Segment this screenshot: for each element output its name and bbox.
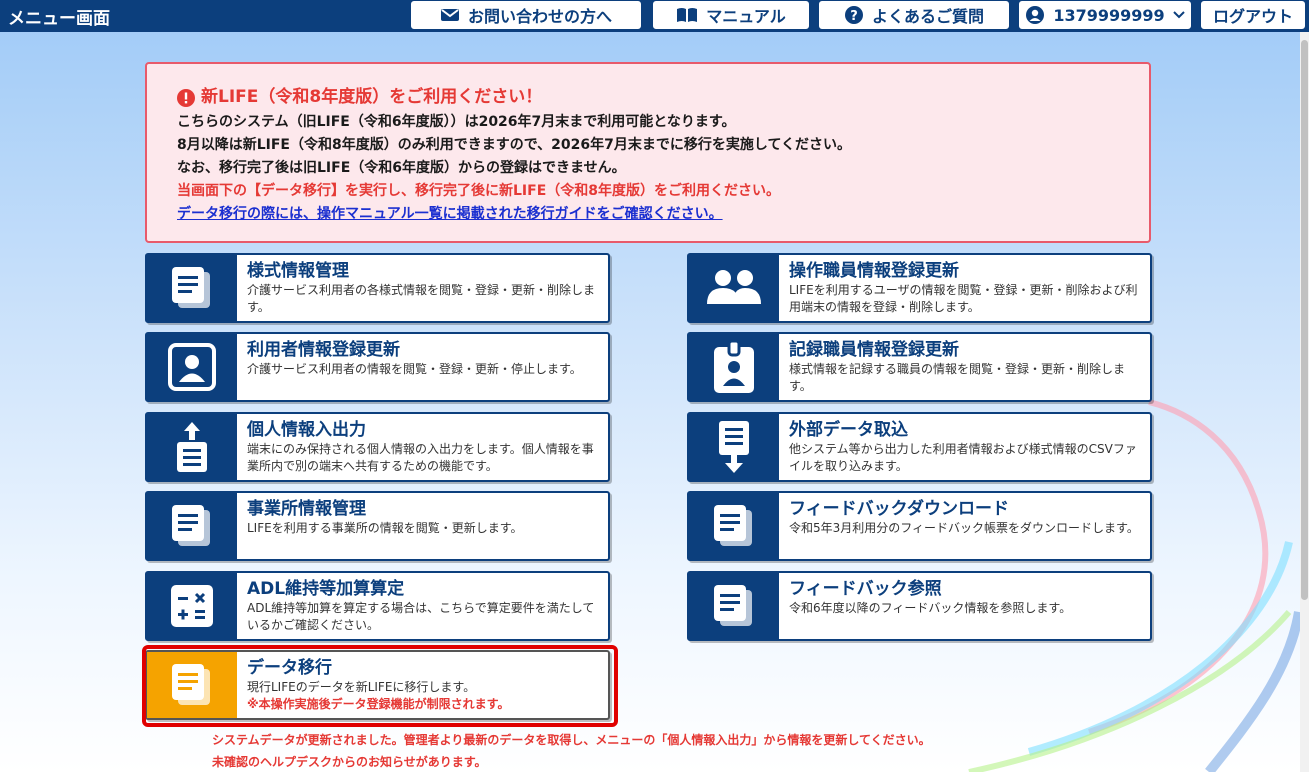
form-info-desc: 介護サービス利用者の各様式情報を閲覧・登録・更新・削除します。 <box>247 283 596 314</box>
data-migration-desc: 現行LIFEのデータを新LIFEに移行します。 <box>247 680 476 694</box>
document-icon <box>147 652 237 718</box>
svg-text:?: ? <box>850 9 858 24</box>
notice-line-4: 当画面下の【データ移行】を実行し、移行完了後に新LIFE（令和8年度版）をご利用… <box>177 183 780 199</box>
external-import-card[interactable]: 外部データ取込 他システム等から出力した利用者情報および様式情報のCSVファイル… <box>687 412 1152 482</box>
document-icon <box>689 493 779 559</box>
external-import-title: 外部データ取込 <box>789 420 908 440</box>
manual-label: マニュアル <box>706 7 786 26</box>
feedback-download-desc: 令和5年3月利用分のフィードバック帳票をダウンロードします。 <box>789 521 1139 535</box>
helpdesk-message: 未確認のヘルプデスクからのお知らせがあります。 <box>212 755 487 769</box>
external-import-desc: 他システム等から出力した利用者情報および様式情報のCSVファイルを取り込みます。 <box>789 442 1137 473</box>
user-info-desc: 介護サービス利用者の情報を閲覧・登録・更新・停止します。 <box>247 362 582 376</box>
user-circle-icon <box>1026 6 1045 24</box>
data-migration-title: データ移行 <box>247 658 332 678</box>
user-id-label: 1379999999 <box>1053 5 1165 25</box>
personal-io-card[interactable]: 個人情報入出力 端末にのみ保持される個人情報の入出力をします。個人情報を事業所内… <box>145 412 610 482</box>
clipboard-upload-icon <box>147 414 237 480</box>
question-circle-icon: ? <box>844 6 863 24</box>
data-migration-warning: ※本操作実施後データ登録機能が制限されます。 <box>247 697 510 711</box>
user-menu-dropdown[interactable]: 1379999999 <box>1018 0 1192 30</box>
recorder-desc: 様式情報を記録する職員の情報を閲覧・登録・更新・削除します。 <box>789 362 1126 393</box>
recorder-card[interactable]: 記録職員情報登録更新 様式情報を記録する職員の情報を閲覧・登録・更新・削除します… <box>687 332 1152 402</box>
user-info-card[interactable]: 利用者情報登録更新 介護サービス利用者の情報を閲覧・登録・更新・停止します。 <box>145 332 610 402</box>
manual-button[interactable]: マニュアル <box>652 0 810 30</box>
users-icon <box>689 255 779 321</box>
recorder-title: 記録職員情報登録更新 <box>789 340 959 360</box>
contact-label: お問い合わせの方へ <box>467 7 612 26</box>
chevron-down-icon <box>1172 11 1185 19</box>
operator-title: 操作職員情報登録更新 <box>789 261 959 281</box>
operator-card[interactable]: 操作職員情報登録更新 LIFEを利用するユーザの情報を閲覧・登録・更新・削除およ… <box>687 253 1152 323</box>
notice-line-1: こちらのシステム（旧LIFE（令和6年度版））は2026年7月末まで利用可能とな… <box>177 114 736 130</box>
calculator-icon <box>147 573 237 639</box>
personal-io-desc: 端末にのみ保持される個人情報の入出力をします。個人情報を事業所内で別の端末へ共有… <box>247 442 594 473</box>
alert-icon <box>177 88 195 107</box>
feedback-view-card[interactable]: フィードバック参照 令和6年度以降のフィードバック情報を参照します。 <box>687 571 1152 641</box>
data-update-message: システムデータが更新されました。管理者より最新のデータを取得し、メニューの「個人… <box>212 733 931 747</box>
migration-notice: 新LIFE（令和8年度版）をご利用ください！ こちらのシステム（旧LIFE（令和… <box>145 62 1151 243</box>
document-icon <box>147 493 237 559</box>
faq-button[interactable]: ? よくあるご質問 <box>818 0 1010 30</box>
document-icon <box>689 573 779 639</box>
operator-desc: LIFEを利用するユーザの情報を閲覧・登録・更新・削除および利用端末の情報を登録… <box>789 283 1138 314</box>
form-info-card[interactable]: 様式情報管理 介護サービス利用者の各様式情報を閲覧・登録・更新・削除します。 <box>145 253 610 323</box>
book-icon <box>677 8 698 22</box>
file-download-icon <box>689 414 779 480</box>
contact-button[interactable]: お問い合わせの方へ <box>410 0 642 30</box>
adl-card[interactable]: ADL維持等加算算定 ADL維持等加算を算定する場合は、こちらで算定要件を満たし… <box>145 571 610 641</box>
id-badge-icon <box>689 334 779 400</box>
notice-line-2: 8月以降は新LIFE（令和8年度版）のみ利用できますので、2026年7月末までに… <box>177 137 852 153</box>
document-icon <box>147 255 237 321</box>
migration-guide-link[interactable]: データ移行の際には、操作マニュアル一覧に掲載された移行ガイドをご確認ください。 <box>177 206 723 222</box>
feedback-view-desc: 令和6年度以降のフィードバック情報を参照します。 <box>789 601 1072 615</box>
notice-line-3: なお、移行完了後は旧LIFE（令和6年度版）からの登録はできません。 <box>177 160 626 176</box>
mail-icon <box>440 9 459 21</box>
faq-label: よくあるご質問 <box>871 7 984 26</box>
form-info-title: 様式情報管理 <box>247 261 349 281</box>
scrollbar-thumb[interactable] <box>1301 40 1308 600</box>
user-portrait-icon <box>147 334 237 400</box>
adl-desc: ADL維持等加算を算定する場合は、こちらで算定要件を満たしているかご確認ください… <box>247 601 595 632</box>
notice-title-text: 新LIFE（令和8年度版）をご利用ください！ <box>201 87 543 107</box>
logout-button[interactable]: ログアウト <box>1200 0 1306 30</box>
feedback-download-card[interactable]: フィードバックダウンロード 令和5年3月利用分のフィードバック帳票をダウンロード… <box>687 491 1152 561</box>
notice-title: 新LIFE（令和8年度版）をご利用ください！ <box>177 86 1119 109</box>
feedback-view-title: フィードバック参照 <box>789 579 942 599</box>
office-info-desc: LIFEを利用する事業所の情報を閲覧・更新します。 <box>247 521 523 535</box>
logout-label: ログアウト <box>1212 7 1293 26</box>
adl-title: ADL維持等加算算定 <box>247 579 405 599</box>
feedback-download-title: フィードバックダウンロード <box>789 499 1009 519</box>
page-title: メニュー画面 <box>8 9 110 29</box>
top-header: メニュー画面 お問い合わせの方へ マニュアル ? よくあるご質問 1379999… <box>0 0 1309 32</box>
data-migration-card[interactable]: データ移行 現行LIFEのデータを新LIFEに移行します。 ※本操作実施後データ… <box>145 650 610 720</box>
user-info-title: 利用者情報登録更新 <box>247 340 400 360</box>
office-info-title: 事業所情報管理 <box>247 499 366 519</box>
office-info-card[interactable]: 事業所情報管理 LIFEを利用する事業所の情報を閲覧・更新します。 <box>145 491 610 561</box>
personal-io-title: 個人情報入出力 <box>247 420 366 440</box>
